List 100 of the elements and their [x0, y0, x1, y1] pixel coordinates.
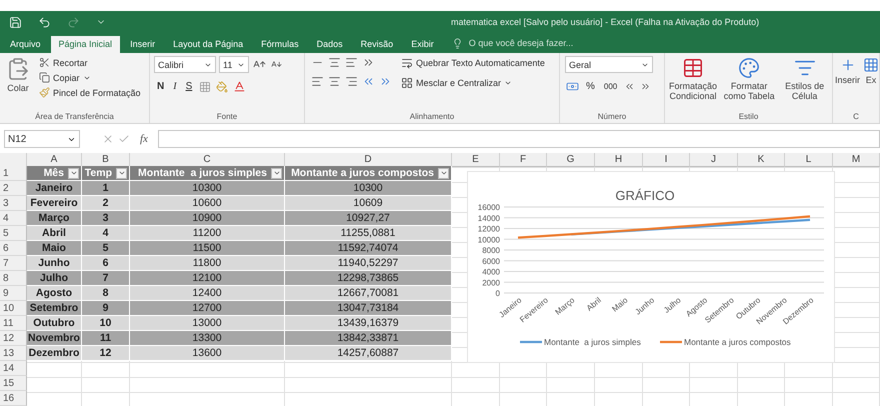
fill-color-button[interactable]	[215, 80, 230, 92]
percent-button[interactable]: %	[583, 81, 598, 92]
column-header[interactable]: J	[690, 153, 738, 167]
ribbon-tab[interactable]: Página Inicial	[50, 36, 120, 53]
align-left-button[interactable]	[310, 75, 325, 88]
table-cell: 2	[82, 196, 130, 211]
table-cell: Novembro	[27, 331, 82, 346]
row-number[interactable]: 9	[0, 286, 27, 301]
ribbon-tab[interactable]: Revisão	[352, 36, 402, 53]
cells-button[interactable]: Ex	[862, 56, 879, 86]
table-cell: Dezembro	[27, 346, 82, 361]
column-header[interactable]: F	[500, 153, 547, 167]
row-number[interactable]: 5	[0, 226, 27, 241]
bold-button[interactable]: N	[154, 81, 168, 92]
column-header[interactable]: K	[738, 153, 785, 167]
ribbon-tab[interactable]: Inserir	[122, 36, 164, 53]
row-number[interactable]: 6	[0, 241, 27, 256]
style-button[interactable]: Formatar como Tabela	[719, 56, 780, 102]
copy-button[interactable]: Copiar	[37, 71, 93, 84]
column-header[interactable]: B	[82, 153, 130, 167]
group-label: Estilo	[738, 112, 758, 123]
format-painter-button[interactable]: Pincel de Formatação	[37, 86, 143, 99]
table-cell: 11500	[130, 241, 285, 256]
table-cell: 12298,73865	[285, 271, 452, 286]
row-number[interactable]: 2	[0, 181, 27, 196]
column-header[interactable]: M	[833, 153, 880, 167]
table-cell: 11800	[130, 256, 285, 271]
header-text: Montante a juros simples	[138, 167, 267, 179]
table-cell: 12	[82, 346, 130, 361]
lightbulb-icon	[452, 38, 463, 48]
ribbon-tab[interactable]: Layout da Página	[165, 36, 252, 53]
table-cell: 11940,52297	[285, 256, 452, 271]
filter-button[interactable]	[68, 168, 79, 178]
column-header[interactable]: H	[595, 153, 643, 167]
font-name-select[interactable]: Calibri	[154, 56, 216, 73]
column-header[interactable]: C	[130, 153, 285, 167]
align-right-icon	[345, 75, 358, 88]
row-number[interactable]: 11	[0, 316, 27, 331]
column-header[interactable]: D	[285, 153, 452, 167]
italic-button[interactable]: I	[170, 81, 180, 92]
cells-button[interactable]: Inserir	[834, 56, 862, 86]
ribbon-tab[interactable]: Dados	[308, 36, 351, 53]
row-number[interactable]: 3	[0, 196, 27, 211]
column-header[interactable]: E	[452, 153, 500, 167]
style-button[interactable]: Formatação Condicional	[669, 56, 717, 102]
caret-icon	[272, 169, 280, 177]
table-cell: 11592,74074	[285, 241, 452, 256]
name-box[interactable]: N12	[4, 130, 80, 148]
align-bottom-button[interactable]	[344, 56, 359, 69]
row-number[interactable]: 16	[0, 391, 27, 406]
currency-button[interactable]	[565, 80, 580, 93]
row-number[interactable]: 10	[0, 301, 27, 316]
ribbon-tab[interactable]: Fórmulas	[253, 36, 307, 53]
column-header[interactable]: G	[547, 153, 595, 167]
number-format-select[interactable]: Geral	[565, 56, 653, 73]
align-right-button[interactable]	[344, 75, 359, 88]
undo-button[interactable]	[37, 16, 52, 28]
wrap-text-button[interactable]: Quebrar Texto Automaticamente	[399, 56, 547, 70]
row-number[interactable]: 7	[0, 256, 27, 271]
thousands-button[interactable]: 000	[600, 82, 620, 91]
column-header[interactable]: I	[643, 153, 690, 167]
column-header[interactable]: A	[27, 153, 82, 167]
cut-button[interactable]: Recortar	[37, 56, 90, 69]
ribbon-tab[interactable]: Arquivo	[2, 36, 49, 53]
axis-tick-label: 0	[496, 289, 500, 298]
axis-category-label: Maio	[610, 296, 630, 314]
filter-button[interactable]	[116, 168, 127, 178]
merge-center-button[interactable]: Mesclar e Centralizar	[399, 76, 514, 90]
row-number[interactable]: 8	[0, 271, 27, 286]
style-button[interactable]: Estilos de Célula	[781, 56, 828, 102]
table-cell: Janeiro	[27, 181, 82, 196]
underline-button[interactable]: S	[182, 81, 196, 92]
row-number[interactable]: 13	[0, 346, 27, 361]
paste-button[interactable]: Colar	[5, 56, 31, 94]
table-cell: 8	[82, 286, 130, 301]
align-center-button[interactable]	[327, 75, 342, 88]
table-cell: Outubro	[27, 316, 82, 331]
formula-field[interactable]	[158, 130, 880, 148]
tell-me-field[interactable]: O que você deseja fazer...	[466, 37, 621, 49]
function-label[interactable]: fx	[140, 133, 148, 145]
redo-button[interactable]	[66, 16, 81, 28]
header-text: Montante a juros compostos	[291, 167, 434, 179]
row-number[interactable]: 1	[0, 166, 27, 181]
grid-icon	[199, 80, 212, 92]
align-left-icon	[311, 75, 324, 88]
row-number[interactable]: 12	[0, 331, 27, 346]
arrow-left-icon	[624, 81, 636, 92]
column-header[interactable]: L	[785, 153, 833, 167]
row-number[interactable]: 14	[0, 361, 27, 376]
borders-button[interactable]	[198, 80, 212, 92]
align-middle-button[interactable]	[327, 56, 342, 69]
table-cell: Julho	[27, 271, 82, 286]
filter-button[interactable]	[438, 168, 449, 178]
font-size-select[interactable]: 11	[219, 56, 249, 73]
ribbon-tab[interactable]: Exibir	[403, 36, 442, 53]
save-button[interactable]	[8, 16, 23, 28]
row-number[interactable]: 15	[0, 376, 27, 391]
filter-button[interactable]	[271, 168, 282, 178]
row-number[interactable]: 4	[0, 211, 27, 226]
table-cell: 7	[82, 271, 130, 286]
